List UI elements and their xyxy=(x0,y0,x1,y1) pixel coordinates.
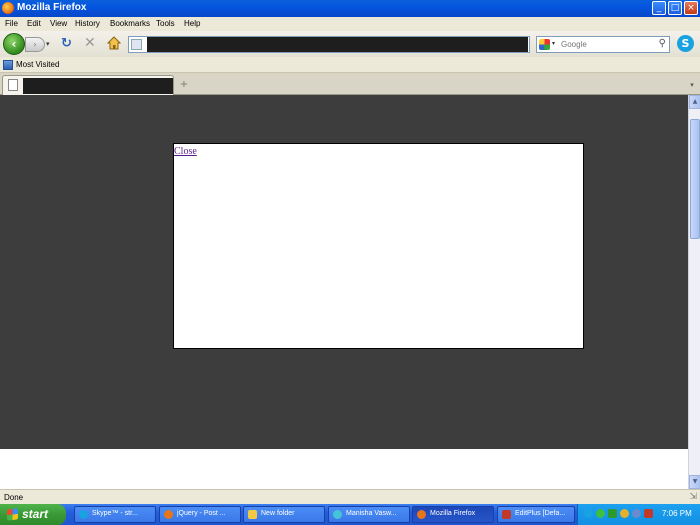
tab-current[interactable] xyxy=(2,75,174,95)
search-bar[interactable]: ▾ ⚲ xyxy=(536,36,670,53)
tray-network-icon[interactable] xyxy=(620,509,629,518)
redacted-tab-title xyxy=(23,78,173,94)
skype-icon[interactable]: S xyxy=(677,35,694,52)
modal-dialog: Close xyxy=(173,143,584,349)
taskbar-item-manisha[interactable]: Manisha Vasw... xyxy=(328,506,410,523)
stop-icon[interactable]: ✕ xyxy=(84,36,96,50)
start-button[interactable]: start xyxy=(0,504,66,525)
taskbar-item-label: New folder xyxy=(261,510,295,517)
editplus-icon xyxy=(502,510,511,519)
menu-bar: File Edit View History Bookmarks Tools H… xyxy=(0,17,700,31)
folder-icon xyxy=(248,510,257,519)
taskbar: start Skype™ - str... jQuery - Post ... … xyxy=(0,504,700,525)
status-text: Done xyxy=(4,493,24,502)
tab-list-button[interactable]: ▾ xyxy=(686,78,698,92)
firefox-icon xyxy=(417,510,426,519)
chat-icon xyxy=(333,510,342,519)
tray-status-icon[interactable] xyxy=(596,509,605,518)
new-tab-button[interactable]: + xyxy=(176,77,192,93)
most-visited-icon xyxy=(3,60,13,70)
taskbar-item-label: jQuery - Post ... xyxy=(177,510,226,517)
skype-icon xyxy=(79,510,88,519)
engine-dropdown-icon[interactable]: ▾ xyxy=(552,40,555,47)
search-icon[interactable]: ⚲ xyxy=(659,38,666,49)
minimize-button[interactable]: _ xyxy=(652,1,666,15)
taskbar-item-label: EditPlus [Defa... xyxy=(515,510,566,517)
bookmarks-toolbar: Most Visited xyxy=(0,57,700,73)
close-window-button[interactable]: × xyxy=(684,1,698,15)
taskbar-item-firefox[interactable]: Mozilla Firefox xyxy=(412,506,494,523)
tray-volume-icon[interactable] xyxy=(632,509,641,518)
scroll-up-icon[interactable]: ▲ xyxy=(689,95,700,109)
firefox-icon xyxy=(164,510,173,519)
search-engine-icon[interactable] xyxy=(539,39,550,50)
reload-icon[interactable]: ↻ xyxy=(61,37,72,51)
back-button[interactable]: ‹ xyxy=(3,33,25,55)
taskbar-item-new-folder[interactable]: New folder xyxy=(243,506,325,523)
system-tray: 7:06 PM xyxy=(577,504,700,525)
vertical-scrollbar[interactable]: ▲ ▼ xyxy=(688,95,700,489)
forward-button[interactable]: › xyxy=(25,37,45,52)
page-icon xyxy=(8,79,18,91)
taskbar-item-skype[interactable]: Skype™ - str... xyxy=(74,506,156,523)
tray-security-icon[interactable] xyxy=(644,509,653,518)
scroll-thumb[interactable] xyxy=(690,119,700,239)
status-bar: Done ⇲ xyxy=(0,489,700,504)
site-identity-icon[interactable] xyxy=(131,39,142,50)
tray-clock[interactable]: 7:06 PM xyxy=(662,509,692,518)
resize-grip-icon[interactable]: ⇲ xyxy=(689,492,697,502)
bookmark-most-visited[interactable]: Most Visited xyxy=(16,60,59,69)
tray-skype-icon[interactable] xyxy=(584,509,593,518)
maximize-button[interactable]: □ xyxy=(668,1,682,15)
scroll-down-icon[interactable]: ▼ xyxy=(689,475,700,489)
firefox-logo-icon xyxy=(2,2,14,14)
start-label: start xyxy=(22,507,49,521)
windows-logo-icon xyxy=(7,508,18,521)
redacted-url xyxy=(147,37,528,52)
menu-history[interactable]: History xyxy=(75,19,100,28)
taskbar-item-label: Mozilla Firefox xyxy=(430,510,476,517)
taskbar-item-jquery[interactable]: jQuery - Post ... xyxy=(159,506,241,523)
home-icon[interactable] xyxy=(107,36,121,50)
menu-bookmarks[interactable]: Bookmarks xyxy=(110,19,150,28)
modal-overlay[interactable]: Close xyxy=(0,95,688,449)
close-link[interactable]: Close xyxy=(174,146,197,157)
menu-edit[interactable]: Edit xyxy=(27,19,41,28)
taskbar-item-editplus[interactable]: EditPlus [Defa... xyxy=(497,506,575,523)
taskbar-item-label: Manisha Vasw... xyxy=(346,510,397,517)
search-input[interactable] xyxy=(561,38,653,51)
window-title: Mozilla Firefox xyxy=(17,2,87,13)
page-content: Close xyxy=(0,95,688,489)
navigation-toolbar: ‹ › ▾ ↻ ✕ ▾ ⚲ S xyxy=(0,31,700,57)
window-title-bar[interactable]: Mozilla Firefox _ □ × xyxy=(0,0,700,17)
menu-tools[interactable]: Tools xyxy=(156,19,175,28)
history-dropdown-icon[interactable]: ▾ xyxy=(46,40,50,48)
menu-file[interactable]: File xyxy=(5,19,18,28)
menu-view[interactable]: View xyxy=(50,19,67,28)
tray-play-icon[interactable] xyxy=(608,509,617,518)
tab-bar: + ▾ xyxy=(0,73,700,95)
menu-help[interactable]: Help xyxy=(184,19,200,28)
taskbar-item-label: Skype™ - str... xyxy=(92,510,138,517)
address-bar[interactable] xyxy=(128,36,530,53)
